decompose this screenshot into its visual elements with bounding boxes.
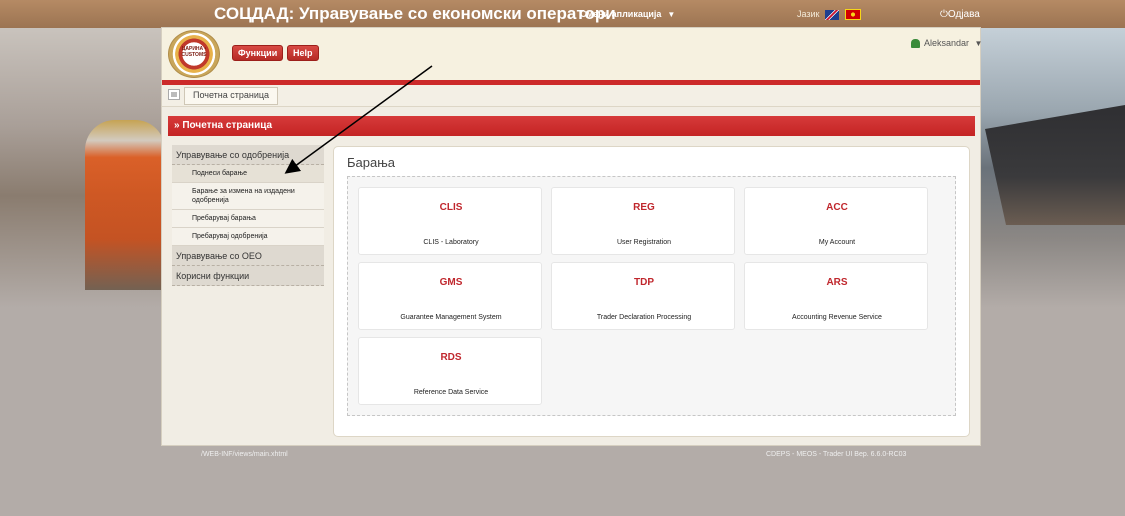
- sidebar-item-useful-functions[interactable]: Корисни функции: [172, 266, 324, 286]
- tile-name: CLIS - Laboratory: [423, 239, 479, 246]
- page-title: » Почетна страница: [168, 116, 975, 136]
- tile-code: REG: [633, 202, 655, 213]
- footer-view-path: /WEB-INF/views/main.xhtml: [201, 451, 288, 458]
- tile-name: Guarantee Management System: [400, 314, 502, 321]
- help-button[interactable]: Help: [287, 45, 319, 61]
- tile-name: My Account: [818, 239, 856, 246]
- application-tiles: CLIS CLIS - Laboratory REG User Registra…: [347, 176, 956, 416]
- tile-code: ARS: [826, 277, 848, 288]
- tile-clis[interactable]: CLIS CLIS - Laboratory: [358, 187, 542, 255]
- functions-button[interactable]: Функции: [232, 45, 284, 61]
- user-name: Aleksandar: [924, 38, 970, 48]
- tile-reg[interactable]: REG User Registration: [551, 187, 735, 255]
- customs-logo-text: ЦАРИНА • CUSTOMS: [181, 46, 207, 58]
- panel-title: Барања: [347, 155, 396, 170]
- tile-code: GMS: [439, 277, 463, 288]
- sidebar-subitem-search-requests[interactable]: Пребарувај барања: [172, 210, 324, 228]
- app-title: СОЦДАД: Управување со економски оператор…: [214, 4, 616, 23]
- logout-link[interactable]: ⏻Одјава: [940, 9, 980, 20]
- language-label: Јазик: [797, 9, 820, 19]
- top-bar: СОЦДАД: Управување со економски оператор…: [0, 0, 1125, 28]
- tile-name: Reference Data Service: [413, 389, 489, 396]
- tile-tdp[interactable]: TDP Trader Declaration Processing: [551, 262, 735, 330]
- tile-ars[interactable]: ARS Accounting Revenue Service: [744, 262, 928, 330]
- tile-acc[interactable]: ACC My Account: [744, 187, 928, 255]
- switch-application-label: Смени апликација: [580, 9, 662, 19]
- main-frame: ЦАРИНА • CUSTOMS Функции Help Aleksandar…: [161, 27, 983, 446]
- requests-panel: Барања CLIS CLIS - Laboratory REG User R…: [333, 146, 970, 437]
- chevron-down-icon: ▼: [667, 10, 676, 19]
- tile-code: ACC: [826, 202, 848, 213]
- tile-gms[interactable]: GMS Guarantee Management System: [358, 262, 542, 330]
- footer-version: CDEPS - MEOS - Trader UI Вер. 6.6.0-RC03: [766, 451, 907, 458]
- tile-name: Trader Declaration Processing: [596, 314, 692, 321]
- user-icon: [911, 39, 920, 49]
- header: ЦАРИНА • CUSTOMS Функции Help Aleksandar…: [162, 28, 983, 80]
- sidebar-subitem-search-authorisations[interactable]: Пребарувај одобренија: [172, 228, 324, 246]
- home-icon[interactable]: [168, 89, 180, 100]
- tile-name: User Registration: [616, 239, 672, 246]
- uk-flag-icon[interactable]: [825, 9, 840, 20]
- macedonia-flag-icon[interactable]: [844, 9, 861, 21]
- language-selector[interactable]: Јазик: [797, 9, 861, 21]
- user-menu[interactable]: Aleksandar ▼: [911, 38, 983, 49]
- sidebar-item-aeo-management[interactable]: Управување со ОЕО: [172, 246, 324, 266]
- sidebar: Управување со одобренија Поднеси барање …: [172, 145, 324, 286]
- sidebar-item-authorisation-management[interactable]: Управување со одобренија: [172, 145, 324, 165]
- logout-label: Одјава: [947, 9, 980, 20]
- customs-worker-image: [85, 120, 165, 290]
- sidebar-subitem-submit-request[interactable]: Поднеси барање: [172, 165, 324, 183]
- breadcrumb: Почетна страница: [162, 85, 980, 107]
- tile-code: TDP: [634, 277, 654, 288]
- tile-rds[interactable]: RDS Reference Data Service: [358, 337, 542, 405]
- tile-code: CLIS: [439, 202, 463, 213]
- power-icon: ⏻: [940, 9, 948, 20]
- breadcrumb-item[interactable]: Почетна страница: [184, 87, 279, 105]
- sidebar-subitem-amend-authorisation-request[interactable]: Барање за измена на издадени одобренија: [172, 183, 324, 210]
- tile-code: RDS: [440, 352, 462, 363]
- chevron-down-icon: ▼: [974, 39, 983, 48]
- tile-name: Accounting Revenue Service: [792, 314, 882, 321]
- switch-application-menu[interactable]: Смени апликација ▼: [580, 9, 675, 19]
